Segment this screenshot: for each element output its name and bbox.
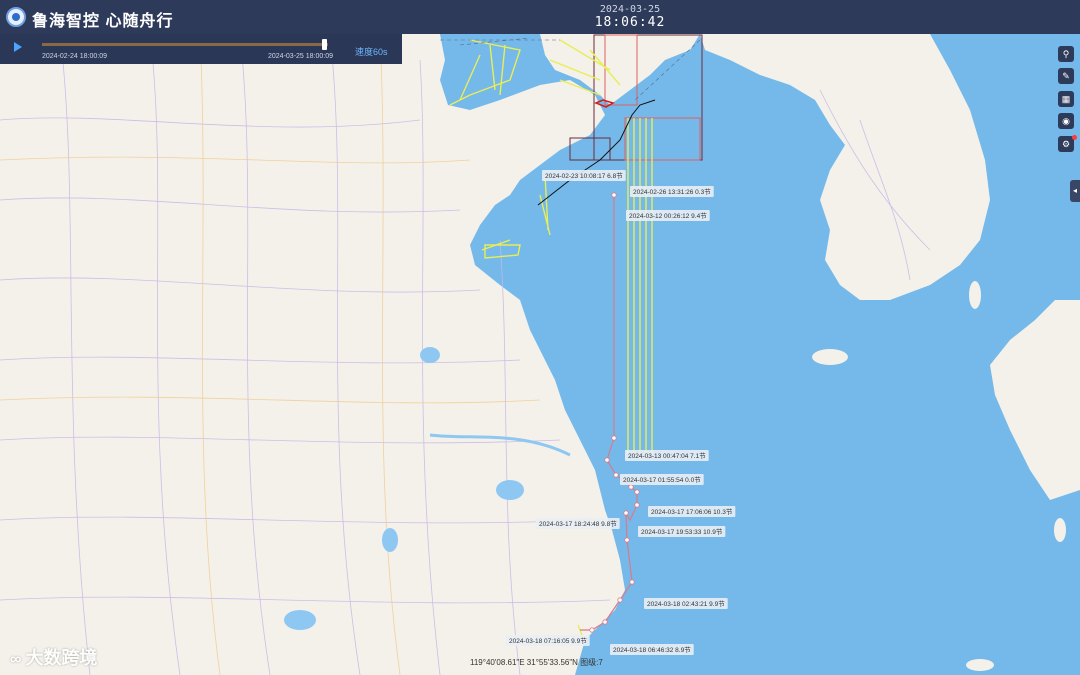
- ruler-icon[interactable]: ✎: [1058, 68, 1074, 84]
- track-point[interactable]: [611, 435, 617, 441]
- track-point[interactable]: [623, 510, 629, 516]
- land-china: [0, 34, 625, 675]
- track-label-text: 2024-03-18 02:43:21 9.9节: [647, 600, 725, 608]
- track-point[interactable]: [634, 489, 640, 495]
- track-label-text: 2024-03-17 19:53:33 10.9节: [641, 528, 723, 536]
- playback-bar: 2024-02-24 18:00:09 2024-03-25 18:00:09 …: [0, 34, 402, 64]
- collapse-panel-button[interactable]: ◂: [1070, 180, 1080, 202]
- track-label-text: 2024-02-23 10:08:17 6.8节: [545, 172, 623, 180]
- track-label[interactable]: 2024-03-12 00:26:12 9.4节: [626, 210, 710, 221]
- playback-speed-button[interactable]: 速度60s: [355, 45, 388, 58]
- map-icon[interactable]: ▦: [1058, 91, 1074, 107]
- track-label-text: 2024-03-17 18:24:48 9.8节: [539, 520, 617, 528]
- playback-start-time: 2024-02-24 18:00:09: [42, 53, 107, 60]
- track-point[interactable]: [629, 579, 635, 585]
- track-label[interactable]: 2024-02-23 10:08:17 6.8节: [542, 170, 626, 181]
- track-label-text: 2024-03-17 01:55:54 0.0节: [623, 476, 701, 484]
- watermark: ∞ 大数跨境: [10, 644, 97, 670]
- track-label-text: 2024-03-18 06:46:32 8.9节: [613, 646, 691, 654]
- track-label[interactable]: 2024-03-18 06:46:32 8.9节: [610, 644, 694, 655]
- track-point[interactable]: [589, 627, 595, 633]
- track-label[interactable]: 2024-03-17 19:53:33 10.9节: [638, 526, 726, 537]
- playback-slider[interactable]: [42, 43, 328, 46]
- track-point[interactable]: [611, 192, 617, 198]
- track-label[interactable]: 2024-03-17 17:06:06 10.3节: [648, 506, 736, 517]
- playback-slider-thumb[interactable]: [322, 39, 327, 50]
- watermark-logo-icon: ∞: [10, 651, 22, 668]
- map-canvas[interactable]: 2024-02-23 10:08:17 6.8节 2024-02-26 13:31…: [0, 0, 1080, 675]
- play-button[interactable]: [14, 42, 22, 52]
- track-label[interactable]: 2024-03-17 01:55:54 0.0节: [620, 474, 704, 485]
- track-point[interactable]: [604, 457, 610, 463]
- track-label[interactable]: 2024-03-18 07:16:05 9.9节: [506, 635, 590, 646]
- track-label-text: 2024-03-17 17:06:06 10.3节: [651, 508, 733, 516]
- track-label[interactable]: 2024-02-26 13:31:26 0.3节: [630, 186, 714, 197]
- current-date: 2024-03-25: [599, 4, 661, 15]
- track-label-text: 2024-03-18 07:16:05 9.9节: [509, 637, 587, 645]
- eye-icon[interactable]: ◉: [1058, 113, 1074, 129]
- watermark-text: 大数跨境: [25, 648, 98, 668]
- track-point[interactable]: [624, 537, 630, 543]
- track-label-text: 2024-02-26 13:31:26 0.3节: [633, 188, 711, 196]
- track-point[interactable]: [602, 619, 608, 625]
- track-label[interactable]: 2024-03-17 18:24:48 9.8节: [536, 518, 620, 529]
- track-point[interactable]: [634, 502, 640, 508]
- notification-dot: [1072, 135, 1077, 140]
- track-point[interactable]: [617, 597, 623, 603]
- cursor-coordinates: 119°40'08.61"E 31°55'33.56"N 图级:7: [470, 658, 603, 667]
- playback-end-time: 2024-03-25 18:00:09: [268, 53, 333, 60]
- location-icon[interactable]: ⚲: [1058, 46, 1074, 62]
- track-point[interactable]: [628, 484, 634, 490]
- track-label-text: 2024-03-12 00:26:12 9.4节: [629, 212, 707, 220]
- track-label-text: 2024-03-13 00:47:04 7.1节: [628, 452, 706, 460]
- track-point[interactable]: [613, 472, 619, 478]
- header-bar: 鲁海智控 心随舟行 2024-03-25 18:06:42: [0, 0, 1080, 34]
- track-label[interactable]: 2024-03-18 02:43:21 9.9节: [644, 598, 728, 609]
- track-label[interactable]: 2024-03-13 00:47:04 7.1节: [625, 450, 709, 461]
- current-clock: 18:06:42: [594, 15, 666, 30]
